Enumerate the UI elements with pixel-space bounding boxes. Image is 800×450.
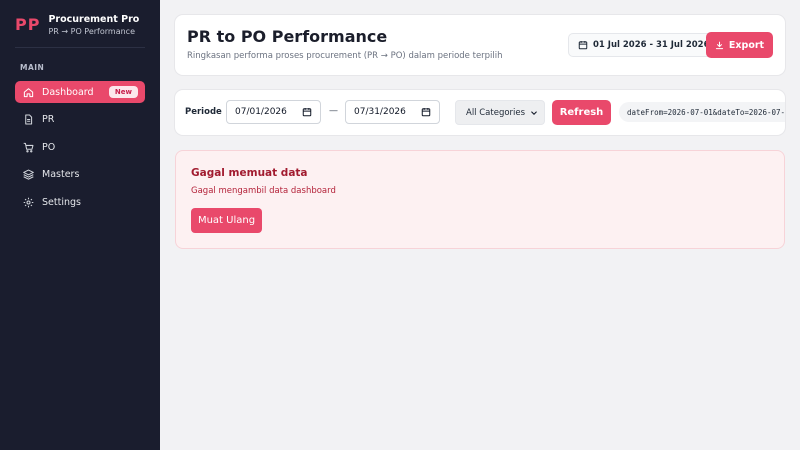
sidebar-item-label: Masters — [42, 169, 80, 180]
export-button[interactable]: Export — [706, 32, 773, 58]
cart-icon — [22, 141, 34, 153]
sidebar: PP Procurement Pro PR → PO Performance M… — [0, 0, 160, 450]
brand-logo: PP — [15, 15, 41, 34]
page-header: PR to PO Performance Ringkasan performa … — [175, 15, 785, 75]
calendar-icon — [578, 40, 588, 50]
sidebar-item-po[interactable]: PO — [15, 136, 145, 158]
period-label: Periode — [185, 107, 222, 117]
error-alert: Gagal memuat data Gagal mengambil data d… — [175, 150, 785, 249]
date-range-display[interactable]: 01 Jul 2026 - 31 Jul 2026 — [568, 33, 720, 57]
document-icon — [22, 114, 34, 126]
sidebar-item-dashboard[interactable]: Dashboard New — [15, 81, 145, 103]
gear-icon — [22, 196, 34, 208]
home-icon — [22, 86, 34, 98]
refresh-button[interactable]: Refresh — [552, 100, 611, 125]
sidebar-section-label: MAIN — [20, 63, 45, 72]
date-from-input[interactable]: 07/01/2026 — [226, 100, 321, 124]
category-select[interactable]: All Categories — [455, 100, 545, 125]
filter-bar: Periode 07/01/2026 — 07/31/2026 All Cate… — [175, 90, 785, 135]
calendar-icon[interactable] — [302, 107, 312, 117]
query-string: dateFrom=2026-07-01&dateTo=2026-07-31&c — [619, 102, 785, 122]
sidebar-item-settings[interactable]: Settings — [15, 191, 145, 213]
date-to-value: 07/31/2026 — [354, 107, 406, 117]
new-badge: New — [108, 86, 138, 98]
brand-divider — [15, 47, 145, 48]
date-from-value: 07/01/2026 — [235, 107, 287, 117]
sidebar-item-label: Settings — [42, 196, 81, 208]
date-to-input[interactable]: 07/31/2026 — [345, 100, 440, 124]
calendar-icon[interactable] — [421, 107, 431, 117]
download-icon — [715, 41, 724, 49]
sidebar-item-label: PR — [42, 114, 55, 125]
sidebar-item-pr[interactable]: PR — [15, 109, 145, 131]
page-subtitle: Ringkasan performa proses procurement (P… — [187, 51, 503, 61]
brand[interactable]: PP Procurement Pro PR → PO Performance — [15, 13, 139, 38]
sidebar-item-label: PO — [42, 141, 56, 153]
date-separator: — — [329, 106, 338, 116]
brand-subtitle: PR → PO Performance — [48, 27, 135, 36]
chevron-down-icon — [531, 110, 537, 115]
date-range-text: 01 Jul 2026 - 31 Jul 2026 — [593, 40, 710, 50]
layers-icon — [22, 169, 34, 181]
error-title: Gagal memuat data — [191, 167, 308, 179]
category-select-value: All Categories — [466, 107, 526, 118]
retry-button[interactable]: Muat Ulang — [191, 208, 262, 233]
sidebar-nav: Dashboard New PR PO Masters Settings — [15, 81, 145, 219]
error-message: Gagal mengambil data dashboard — [191, 186, 336, 196]
page-title: PR to PO Performance — [187, 27, 388, 46]
sidebar-item-label: Dashboard — [42, 86, 94, 98]
export-button-label: Export — [728, 39, 765, 51]
brand-name: Procurement Pro — [48, 14, 140, 25]
sidebar-item-masters[interactable]: Masters — [15, 164, 145, 186]
